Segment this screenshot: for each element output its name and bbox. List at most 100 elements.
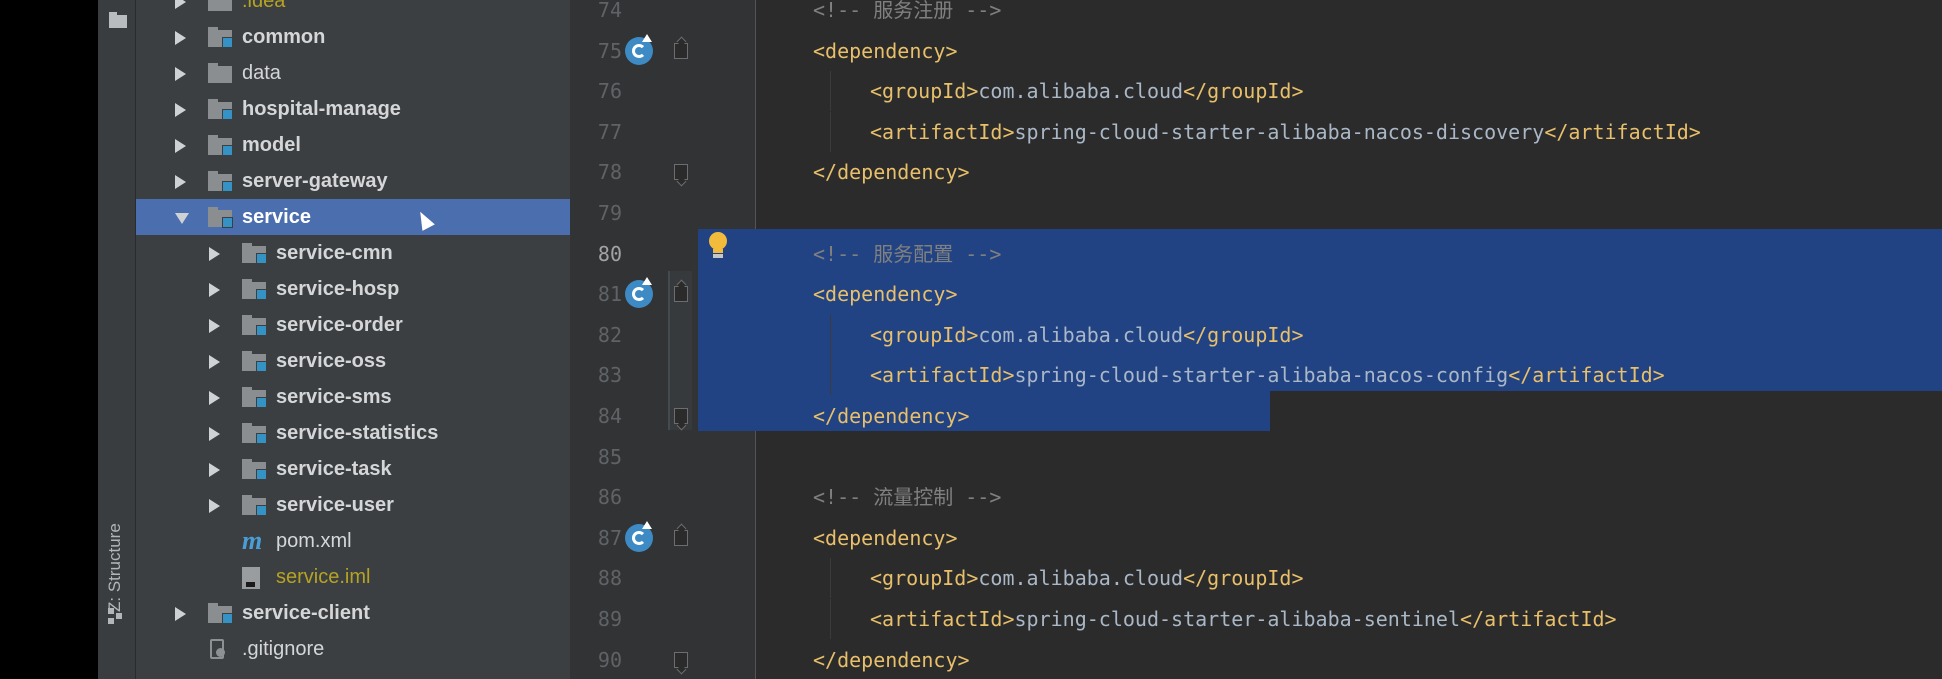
code-line[interactable]: <groupId>com.alibaba.cloud</groupId> bbox=[870, 558, 1304, 598]
folder-icon bbox=[208, 63, 234, 84]
collapsed-arrow-icon[interactable] bbox=[209, 247, 220, 261]
xml-tag: </dependency> bbox=[813, 647, 970, 672]
tree-item-label: service-sms bbox=[276, 386, 392, 408]
fold-end-icon[interactable] bbox=[674, 408, 688, 424]
collapsed-arrow-icon[interactable] bbox=[175, 607, 186, 621]
code-line[interactable]: <artifactId>spring-cloud-starter-alibaba… bbox=[870, 112, 1701, 152]
collapsed-arrow-icon[interactable] bbox=[209, 463, 220, 477]
tree-file-row[interactable]: m pom.xml bbox=[136, 523, 570, 559]
xml-text: com.alibaba.cloud bbox=[978, 566, 1184, 591]
collapsed-arrow-icon[interactable] bbox=[209, 391, 220, 405]
tree-folder-row[interactable]: service-user bbox=[136, 487, 570, 523]
lightbulb-icon[interactable] bbox=[708, 232, 728, 260]
tree-item-label: model bbox=[242, 134, 301, 156]
maven-file-icon: m bbox=[242, 526, 263, 555]
code-line[interactable]: <!-- 服务注册 --> bbox=[813, 0, 1001, 30]
code-line[interactable]: <groupId>com.alibaba.cloud</groupId> bbox=[870, 315, 1304, 355]
xml-text: spring-cloud-starter-alibaba-nacos-confi… bbox=[1014, 363, 1509, 388]
tree-folder-row[interactable]: service-order bbox=[136, 307, 570, 343]
collapsed-arrow-icon[interactable] bbox=[175, 31, 186, 45]
code-line[interactable]: <artifactId>spring-cloud-starter-alibaba… bbox=[870, 355, 1665, 395]
collapsed-arrow-icon[interactable] bbox=[175, 67, 186, 81]
tree-folder-row[interactable]: hospital-manage bbox=[136, 91, 570, 127]
code-line[interactable]: <groupId>com.alibaba.cloud</groupId> bbox=[870, 71, 1304, 111]
xml-comment: <!-- 服务注册 --> bbox=[813, 0, 1002, 22]
tree-file-row[interactable]: service.iml bbox=[136, 559, 570, 595]
tree-folder-row[interactable]: service-client bbox=[136, 595, 570, 631]
indent-guide bbox=[830, 355, 831, 396]
maven-overrides-icon[interactable] bbox=[625, 33, 653, 65]
code-line[interactable]: <!-- 流量控制 --> bbox=[813, 477, 1001, 517]
code-line[interactable]: <dependency> bbox=[813, 31, 958, 71]
tree-folder-row[interactable]: model bbox=[136, 127, 570, 163]
code-line[interactable]: <!-- 服务配置 --> bbox=[813, 234, 1001, 274]
tree-folder-row[interactable]: .idea bbox=[136, 0, 570, 19]
fold-start-icon[interactable] bbox=[674, 286, 688, 303]
collapsed-arrow-icon[interactable] bbox=[209, 355, 220, 369]
code-line[interactable]: <artifactId>spring-cloud-starter-alibaba… bbox=[870, 599, 1617, 639]
indent-guide bbox=[830, 558, 831, 599]
tree-file-row[interactable]: .gitignore bbox=[136, 631, 570, 667]
tree-folder-row[interactable]: service-oss bbox=[136, 343, 570, 379]
fold-start-icon[interactable] bbox=[674, 42, 688, 59]
xml-tag: <artifactId> bbox=[870, 363, 1015, 388]
indent-guide bbox=[830, 71, 831, 112]
fold-end-icon[interactable] bbox=[674, 164, 688, 181]
collapsed-arrow-icon[interactable] bbox=[209, 319, 220, 333]
structure-tool-tab[interactable]: Z: Structure bbox=[104, 500, 128, 630]
xml-tag: <dependency> bbox=[813, 282, 958, 307]
maven-overrides-icon[interactable] bbox=[625, 277, 653, 309]
tree-folder-row[interactable]: service-statistics bbox=[136, 415, 570, 451]
tree-folder-row[interactable]: service-task bbox=[136, 451, 570, 487]
fold-end-icon[interactable] bbox=[674, 651, 688, 668]
structure-tab-label: Z: Structure bbox=[105, 523, 124, 612]
collapsed-arrow-icon[interactable] bbox=[175, 175, 186, 189]
gitignore-file-icon bbox=[208, 639, 228, 661]
tree-folder-row[interactable]: data bbox=[136, 55, 570, 91]
xml-tag: <dependency> bbox=[813, 525, 958, 550]
tree-folder-row[interactable]: service bbox=[136, 199, 570, 235]
fold-start-icon[interactable] bbox=[674, 529, 688, 546]
collapsed-arrow-icon[interactable] bbox=[175, 139, 186, 153]
collapsed-arrow-icon[interactable] bbox=[209, 283, 220, 297]
tree-folder-row[interactable]: service-hosp bbox=[136, 271, 570, 307]
project-tree-panel: .idea common data hospital-manage model serve… bbox=[136, 0, 570, 679]
xml-tag: <dependency> bbox=[813, 38, 958, 63]
folder-icon bbox=[208, 0, 234, 12]
code-editor[interactable]: 74 75 76 77 78 79 80 81 82 83 84 85 86 87 88 89 90 <!-- … bbox=[570, 0, 1942, 679]
line-number: 77 bbox=[597, 119, 622, 144]
tree-folder-row[interactable]: service-cmn bbox=[136, 235, 570, 271]
tree-folder-row[interactable]: service-sms bbox=[136, 379, 570, 415]
xml-text: com.alibaba.cloud bbox=[978, 322, 1184, 347]
code-line[interactable]: <dependency> bbox=[813, 274, 958, 314]
tree-item-label: server-gateway bbox=[242, 170, 388, 192]
xml-comment: <!-- 服务配置 --> bbox=[813, 241, 1002, 266]
module-folder-icon bbox=[208, 99, 234, 120]
xml-tag: <artifactId> bbox=[870, 607, 1015, 631]
tree-item-label: common bbox=[242, 26, 326, 48]
collapsed-arrow-icon[interactable] bbox=[175, 0, 186, 9]
screen-border-left bbox=[0, 0, 98, 679]
expanded-arrow-icon[interactable] bbox=[175, 213, 189, 224]
module-folder-icon bbox=[208, 27, 234, 48]
line-number: 82 bbox=[597, 322, 622, 347]
code-line[interactable]: </dependency> bbox=[813, 152, 970, 192]
module-folder-icon bbox=[242, 315, 268, 336]
code-line[interactable]: <dependency> bbox=[813, 518, 958, 558]
collapsed-arrow-icon[interactable] bbox=[175, 103, 186, 117]
collapsed-arrow-icon[interactable] bbox=[209, 499, 220, 513]
line-number: 83 bbox=[597, 363, 622, 388]
code-line[interactable]: </dependency> bbox=[813, 640, 970, 679]
tree-item-label: service-task bbox=[276, 458, 392, 480]
line-number: 88 bbox=[597, 566, 622, 591]
xml-tag: <artifactId> bbox=[870, 119, 1015, 144]
maven-overrides-icon[interactable] bbox=[625, 520, 653, 552]
line-number: 74 bbox=[597, 0, 622, 22]
xml-tag: </artifactId> bbox=[1508, 363, 1665, 388]
tree-folder-row[interactable]: server-gateway bbox=[136, 163, 570, 199]
tree-folder-row[interactable]: common bbox=[136, 19, 570, 55]
project-tool-icon[interactable] bbox=[109, 10, 127, 30]
tree-item-label: service bbox=[242, 206, 311, 228]
code-line[interactable]: </dependency> bbox=[813, 396, 970, 436]
collapsed-arrow-icon[interactable] bbox=[209, 427, 220, 441]
